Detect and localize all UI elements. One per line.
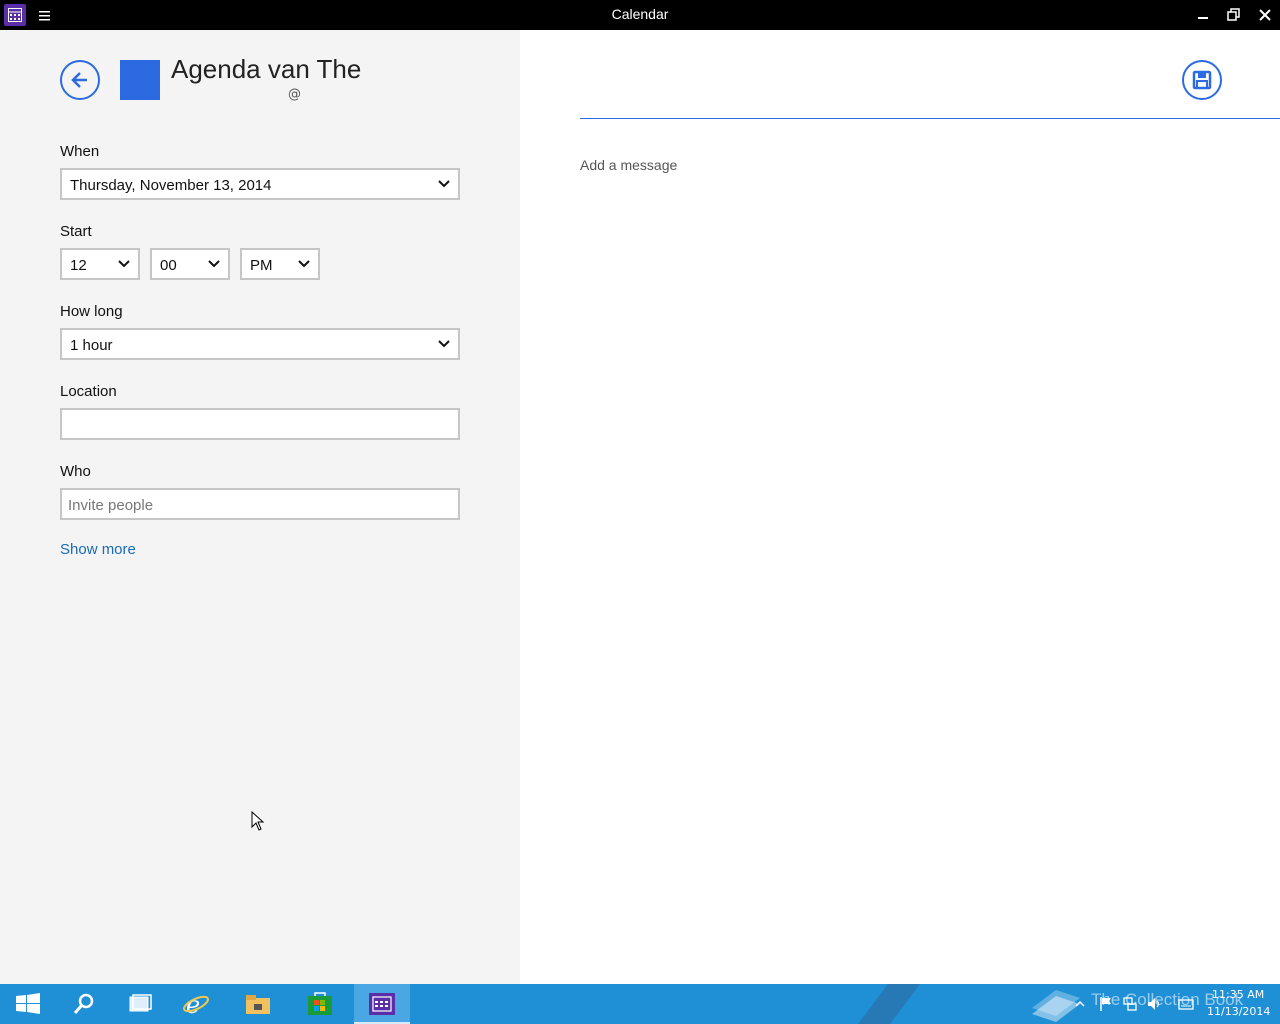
calendar-app-icon [369, 993, 395, 1015]
window-title: Calendar [611, 6, 669, 22]
back-button[interactable] [60, 60, 100, 100]
network-icon[interactable] [1122, 996, 1138, 1012]
chevron-down-icon [118, 260, 130, 268]
show-more-link[interactable]: Show more [60, 541, 136, 558]
taskbar: e The Collection Book 11:35 AM 11/13/201… [0, 984, 1280, 1024]
search-icon [73, 993, 94, 1014]
mouse-cursor-icon [251, 811, 265, 831]
invite-people-input[interactable]: Invite people [60, 488, 460, 520]
back-arrow-icon [71, 72, 87, 88]
search-button[interactable] [56, 984, 112, 1024]
chevron-down-icon [438, 340, 450, 348]
internet-explorer-button[interactable]: e [168, 984, 224, 1024]
calendar-color-swatch[interactable] [120, 60, 160, 100]
start-hour-select[interactable]: 12 [60, 248, 140, 280]
store-icon [308, 992, 332, 1015]
location-input[interactable] [60, 408, 460, 440]
how-long-label: How long [60, 303, 123, 320]
show-hidden-icons-icon[interactable] [1072, 996, 1088, 1012]
volume-icon[interactable] [1146, 996, 1162, 1012]
calendar-account: @ [288, 87, 301, 102]
location-label: Location [60, 383, 117, 400]
when-date-select[interactable]: Thursday, November 13, 2014 [60, 168, 460, 200]
message-input[interactable]: Add a message [580, 157, 677, 173]
calendar-taskbar-button[interactable] [354, 984, 410, 1024]
save-icon [1192, 70, 1212, 90]
save-button[interactable] [1182, 60, 1222, 100]
task-view-button[interactable] [112, 984, 168, 1024]
duration-select[interactable]: 1 hour [60, 328, 460, 360]
start-ampm-select[interactable]: PM [240, 248, 320, 280]
file-explorer-icon [246, 995, 270, 1014]
start-icon [16, 993, 40, 1014]
restore-icon[interactable] [1226, 7, 1242, 23]
clock-date[interactable]: 11/13/2014 [1207, 1005, 1270, 1018]
action-center-flag-icon[interactable] [1098, 996, 1114, 1012]
taskbar-stripe-decoration [858, 984, 920, 1024]
keyboard-icon[interactable] [1178, 996, 1194, 1012]
clock-time[interactable]: 11:35 AM [1212, 988, 1264, 1001]
start-label: Start [60, 223, 92, 240]
task-view-icon [129, 994, 152, 1012]
minimize-icon[interactable] [1195, 7, 1211, 23]
event-details-panel: Agenda van The @ When Thursday, November… [0, 30, 520, 984]
chevron-down-icon [298, 260, 310, 268]
when-label: When [60, 143, 100, 160]
event-title-input[interactable] [580, 118, 1280, 119]
title-bar: Calendar [0, 0, 1280, 30]
chevron-down-icon [208, 260, 220, 268]
who-label: Who [60, 463, 91, 480]
close-icon[interactable] [1257, 7, 1273, 23]
internet-explorer-icon: e [183, 992, 209, 1016]
file-explorer-button[interactable] [230, 984, 286, 1024]
chevron-down-icon [438, 180, 450, 188]
calendar-name: Agenda van The [171, 54, 362, 84]
start-minute-select[interactable]: 00 [150, 248, 230, 280]
store-button[interactable] [292, 984, 348, 1024]
start-button[interactable] [0, 984, 56, 1024]
